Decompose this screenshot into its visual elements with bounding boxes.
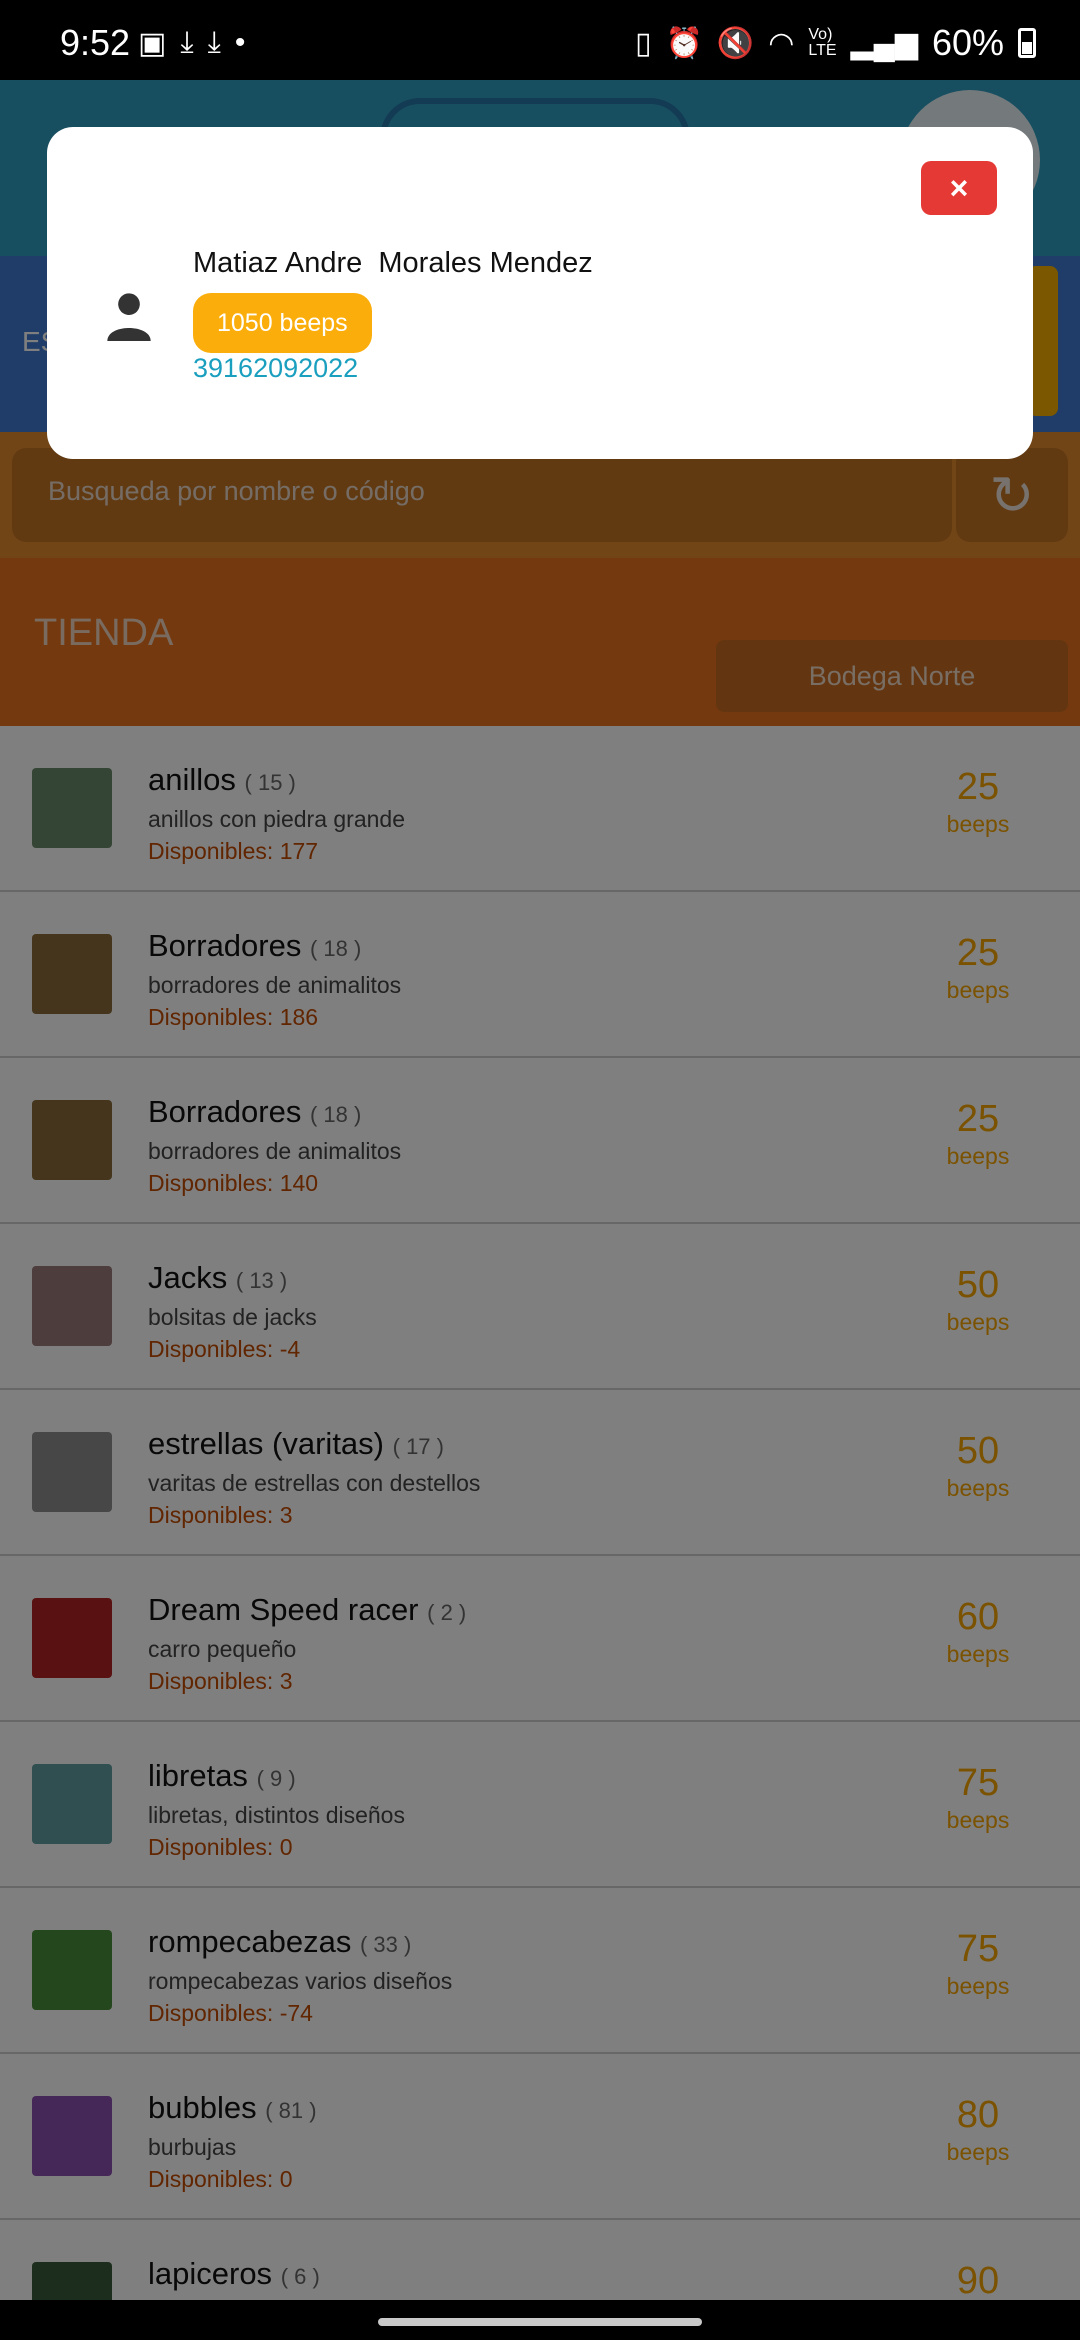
dot-icon: • — [234, 26, 246, 59]
download-icon: ⤓ — [207, 26, 221, 59]
home-gesture-bar[interactable] — [378, 2318, 702, 2326]
battery-saver-icon: ▯ — [634, 26, 652, 60]
navigation-bar — [0, 2300, 1080, 2340]
signal-icon: ▂▄▆ — [850, 26, 918, 60]
status-bar: 9:52 ▣ ⤓ ⤓ • ▯ ⏰ 🔇 ◠ Vo) LTE ▂▄▆ 60% — [0, 0, 1080, 80]
battery-percentage: 60% — [931, 22, 1004, 63]
system-icons: ▯ ⏰ 🔇 ◠ Vo) LTE ▂▄▆ 60% — [635, 22, 1036, 64]
user-code[interactable]: 39162092022 — [193, 353, 358, 384]
beeps-balance-badge: 1050 beeps — [193, 293, 372, 353]
battery-icon — [1018, 28, 1036, 58]
volte-icon: Vo) LTE — [808, 26, 837, 59]
close-icon: × — [949, 169, 969, 206]
alarm-icon: ⏰ — [665, 26, 703, 60]
user-name: Matiaz Andre Morales Mendez — [193, 247, 593, 279]
close-button[interactable]: × — [921, 161, 997, 215]
mute-icon: 🔇 — [716, 26, 755, 60]
image-icon: ▣ — [138, 27, 167, 60]
person-icon — [107, 293, 151, 341]
notification-icons: ▣ ⤓ ⤓ • — [138, 26, 245, 61]
wifi-icon: ◠ — [768, 26, 795, 60]
download-icon: ⤓ — [180, 26, 194, 59]
status-time: 9:52 — [60, 22, 131, 63]
user-info-modal: × Matiaz Andre Morales Mendez 1050 beeps… — [47, 127, 1033, 459]
